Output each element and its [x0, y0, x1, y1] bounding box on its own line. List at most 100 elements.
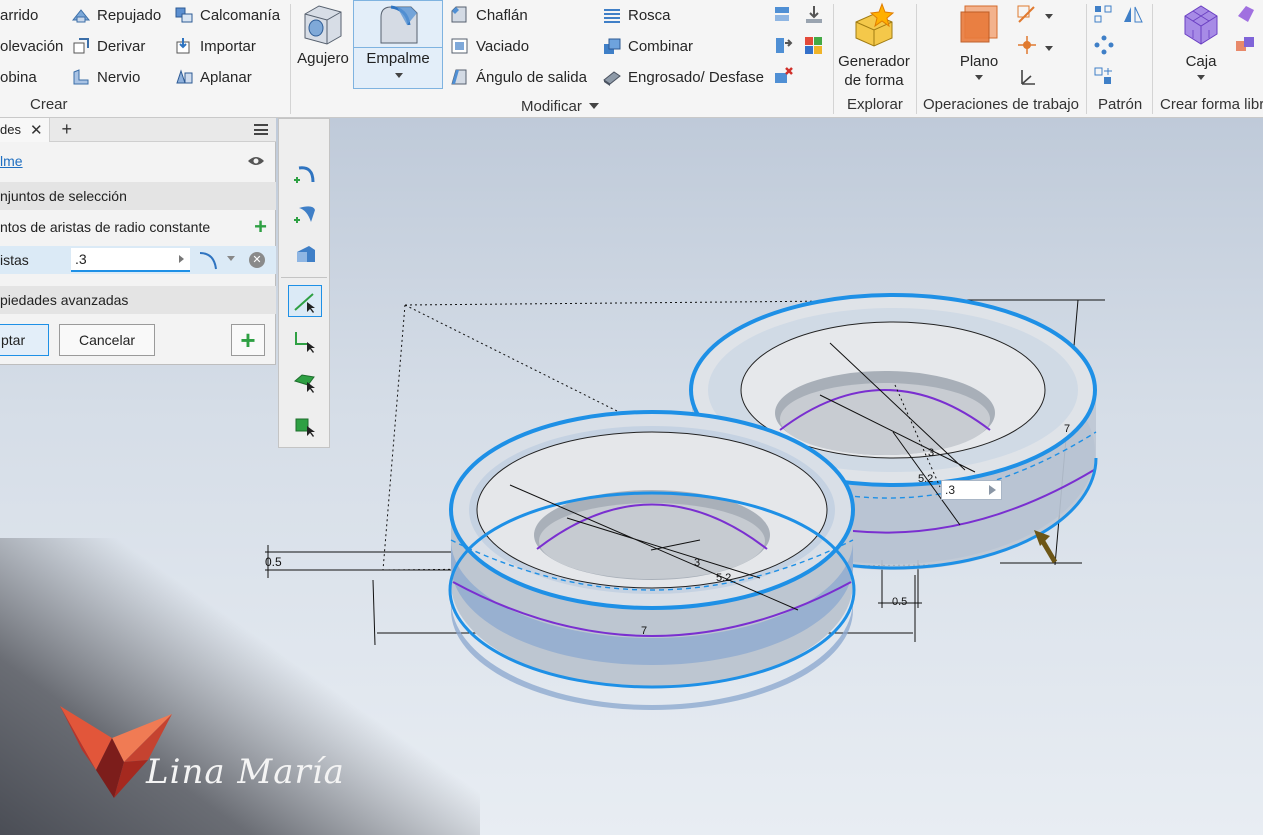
combine-button[interactable]: Combinar [602, 35, 693, 57]
full-round-fillet-mode-button[interactable] [288, 237, 322, 269]
select-feature-icon [293, 374, 315, 393]
fillet-drag-arrow [1034, 530, 1058, 564]
dimension-3-back: 3 [928, 447, 935, 459]
ribbon-separator [916, 4, 917, 114]
close-icon[interactable]: ✕ [30, 121, 43, 139]
face-freeform-icon[interactable] [1234, 4, 1256, 24]
play-icon[interactable] [989, 485, 996, 495]
add-icon[interactable]: + [254, 214, 267, 240]
cancel-button[interactable]: Cancelar [59, 324, 155, 356]
thicken-icon [603, 71, 621, 86]
work-axis-icon[interactable] [1016, 4, 1038, 24]
tab-properties[interactable]: des ✕ [0, 117, 50, 142]
hole-button[interactable]: Agujero [294, 2, 352, 68]
emboss-icon [71, 9, 91, 23]
split-icon[interactable] [772, 4, 794, 24]
fillet-button[interactable]: Empalme [353, 0, 443, 89]
feature-name-link[interactable]: lme [0, 153, 23, 169]
section-advanced-properties[interactable]: piedades avanzadas [0, 286, 276, 314]
shape-generator-icon [855, 2, 895, 47]
select-solid-button[interactable] [288, 409, 322, 441]
dimension-5.2-front: 5.2 [716, 572, 732, 584]
torus-ring-front [448, 410, 856, 710]
loft-button[interactable]: olevación [0, 35, 63, 57]
chevron-down-icon[interactable] [1045, 46, 1053, 51]
unwrap-button[interactable]: Aplanar [174, 66, 252, 88]
panel-tab-bar: des ✕ + [0, 117, 276, 142]
sketch-pattern-icon[interactable] [1093, 66, 1115, 86]
edge-fillet-mode-button[interactable] [288, 157, 322, 189]
menu-icon[interactable] [254, 124, 268, 135]
chevron-down-icon[interactable] [1045, 14, 1053, 19]
hole-icon [304, 5, 342, 45]
ribbon: arrido olevación obina Repujado Derivar … [0, 0, 1263, 118]
draft-angle-button[interactable]: Ángulo de salida [450, 66, 587, 88]
section-selection-sets[interactable]: njuntos de selección [0, 182, 276, 210]
dimension-0.5-right: 0.5 [892, 596, 908, 608]
add-tab-icon[interactable]: + [62, 119, 73, 140]
chevron-down-icon [975, 75, 983, 80]
emboss-button[interactable]: Repujado [71, 4, 161, 26]
circular-pattern-icon[interactable] [1093, 35, 1115, 55]
edge-fillet-icon [294, 166, 315, 183]
full-round-fillet-icon [297, 246, 315, 262]
coil-button[interactable]: obina [0, 66, 37, 88]
edges-row[interactable]: istas .3 ✕ [0, 246, 276, 274]
rib-icon [73, 69, 89, 85]
watermark-text: Lina María [146, 752, 345, 792]
play-icon[interactable] [179, 255, 184, 263]
continuity-icon[interactable] [198, 249, 220, 271]
fillet-mini-toolbar [278, 118, 330, 448]
select-feature-button[interactable] [288, 365, 322, 397]
derive-icon [73, 38, 89, 54]
delete-face-icon[interactable] [772, 66, 794, 86]
plane-button[interactable]: Plano [950, 2, 1008, 80]
ribbon-separator [290, 4, 291, 114]
eye-icon[interactable] [247, 155, 265, 167]
convert-freeform-icon[interactable] [1234, 35, 1256, 55]
thread-icon [604, 9, 620, 23]
move-face-icon[interactable] [803, 4, 825, 24]
face-fillet-mode-button[interactable] [288, 197, 322, 229]
work-point-icon[interactable] [1016, 35, 1038, 55]
dimension-7-back: 7 [1064, 423, 1071, 435]
add-icon: + [240, 325, 256, 355]
ribbon-separator [1086, 4, 1087, 114]
decal-button[interactable]: Calcomanía [174, 4, 280, 26]
select-edge-button[interactable] [288, 285, 322, 317]
apply-add-button[interactable]: + [231, 324, 265, 356]
thicken-offset-button[interactable]: Engrosado/ Desfase [602, 66, 764, 88]
ribbon-separator [1152, 4, 1153, 114]
dimension-5.2-back: 5.2 [918, 473, 934, 485]
select-loop-button[interactable] [288, 325, 322, 357]
remove-icon[interactable]: ✕ [249, 252, 265, 268]
ribbon-separator [833, 4, 834, 114]
radius-input[interactable]: .3 [71, 248, 190, 272]
sweep-button[interactable]: arrido [0, 4, 38, 26]
group-label-crear: Crear [30, 96, 68, 113]
shell-button[interactable]: Vaciado [450, 35, 529, 57]
plane-icon [960, 5, 998, 43]
chevron-down-icon [588, 103, 599, 109]
ucs-icon[interactable] [1016, 66, 1038, 86]
appearance-icon[interactable] [803, 35, 825, 55]
properties-panel: des ✕ + lme njuntos de selección ntos de… [0, 117, 276, 365]
mirror-icon[interactable] [1122, 4, 1144, 24]
shape-generator-button[interactable]: Generador de forma [836, 2, 912, 90]
dimension-0.5-left: 0.5 [265, 555, 282, 569]
import-button[interactable]: Importar [174, 35, 256, 57]
chevron-down-icon[interactable] [227, 256, 235, 261]
radius-inline-input[interactable]: .3 [941, 480, 1002, 500]
box-freeform-button[interactable]: Caja [1172, 2, 1230, 80]
dimension-7-front: 7 [641, 625, 648, 637]
fillet-icon [380, 5, 418, 44]
copy-object-icon[interactable] [772, 35, 794, 55]
accept-button[interactable]: ptar [0, 324, 49, 356]
group-label-modificar[interactable]: Modificar [521, 96, 599, 116]
select-edge-icon [294, 293, 315, 313]
chamfer-button[interactable]: Chaflán [450, 4, 528, 26]
rectangular-pattern-icon[interactable] [1093, 4, 1115, 24]
thread-button[interactable]: Rosca [602, 4, 671, 26]
rib-button[interactable]: Nervio [71, 66, 140, 88]
derive-button[interactable]: Derivar [71, 35, 145, 57]
